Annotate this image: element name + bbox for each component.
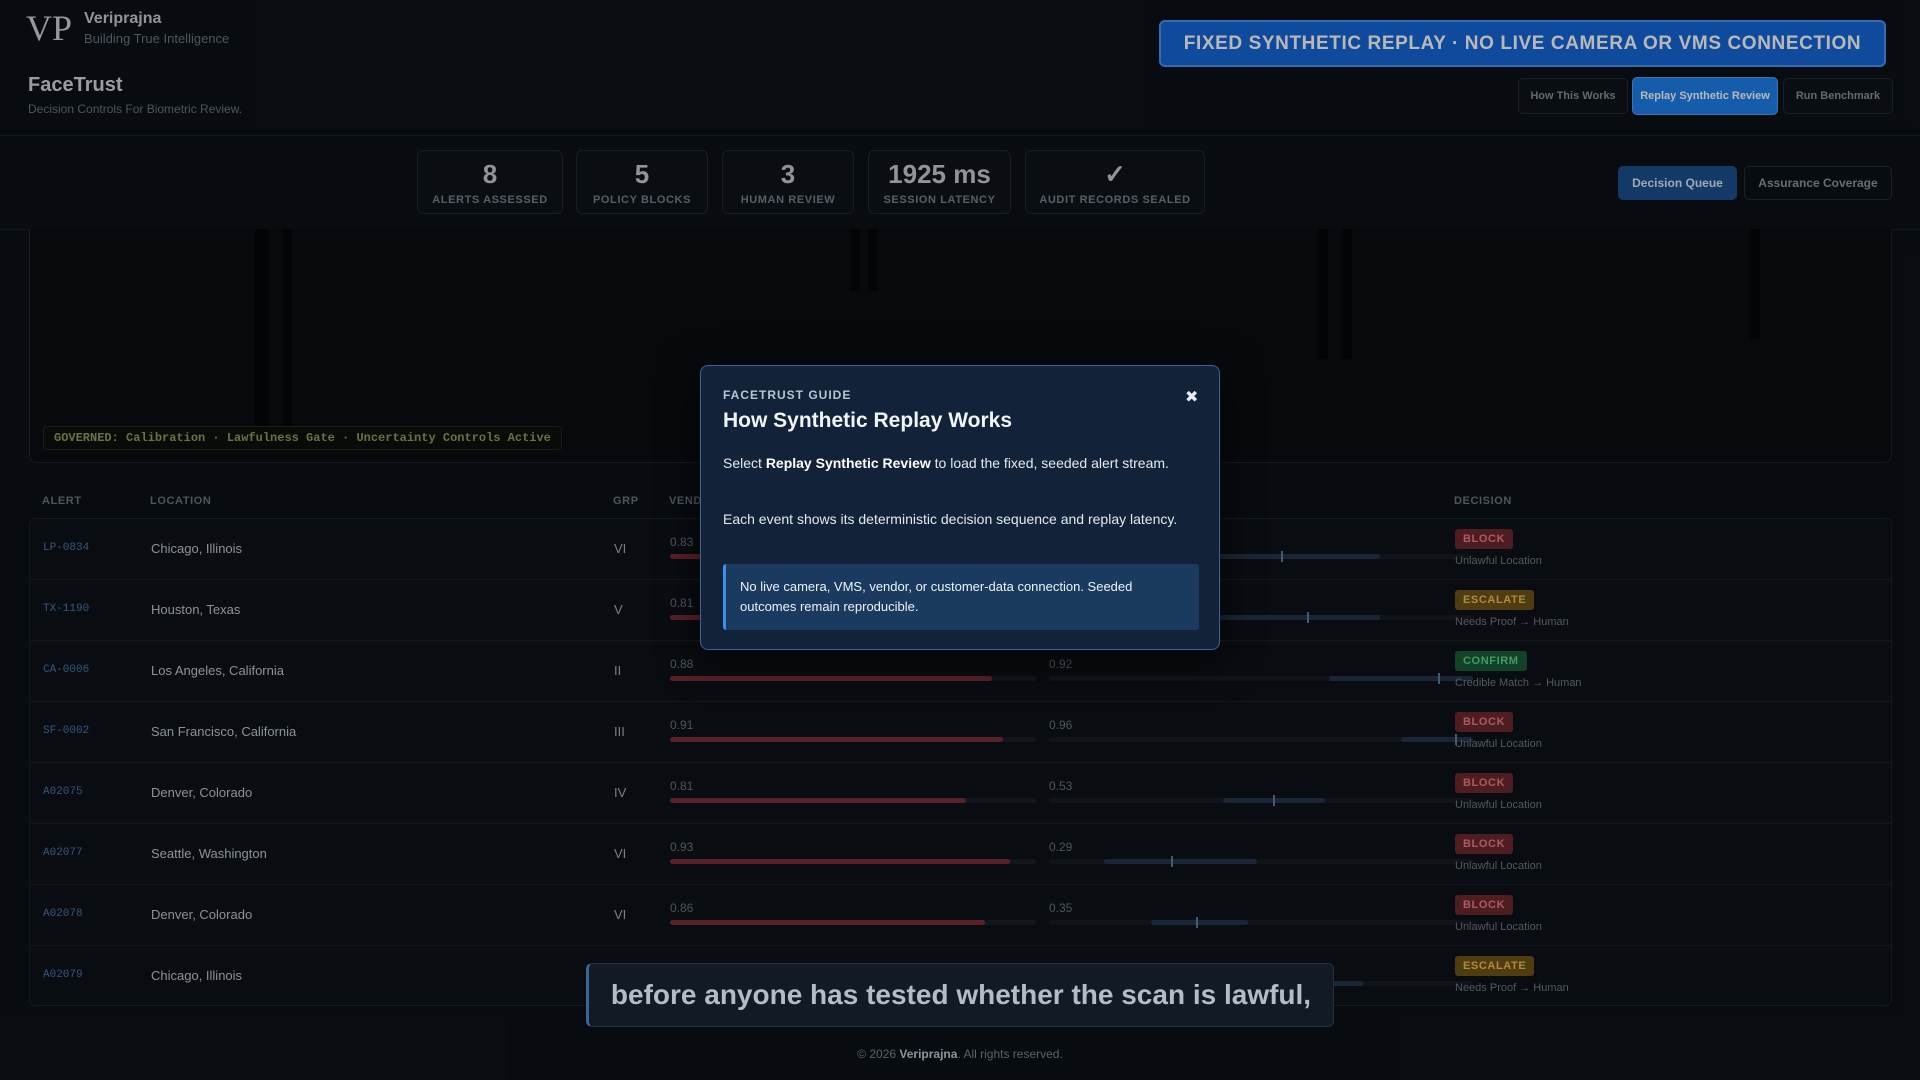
modal-paragraph-events: Each event shows its deterministic decis… [723,511,1178,527]
modal-title: How Synthetic Replay Works [723,409,1013,432]
modal-note: No live camera, VMS, vendor, or customer… [723,564,1199,630]
modal-kicker: FACETRUST GUIDE [723,388,852,402]
close-icon[interactable]: ✖ [1185,387,1198,407]
modal-paragraph-select: Select Replay Synthetic Review to load t… [723,455,1169,471]
facetrust-guide-modal: FACETRUST GUIDE How Synthetic Replay Wor… [700,365,1220,650]
footer: © 2026 Veriprajna. All rights reserved. [857,1047,1063,1061]
narration-caption: before anyone has tested whether the sca… [586,963,1334,1027]
